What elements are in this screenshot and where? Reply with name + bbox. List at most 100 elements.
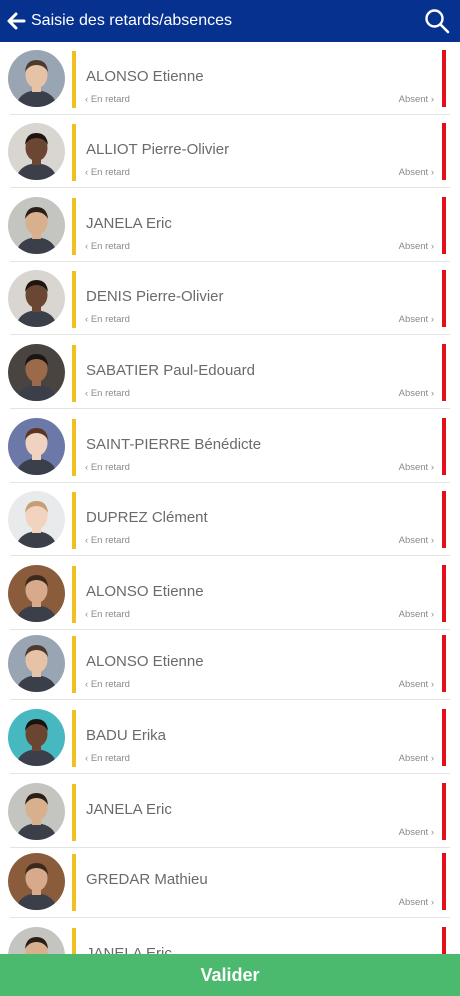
absent-indicator-bar (442, 197, 446, 254)
absent-label: Absent (398, 609, 429, 620)
student-row[interactable]: JANELA Eric Absent › (0, 775, 460, 848)
absent-action[interactable]: Absent › (399, 609, 434, 621)
absent-action[interactable]: Absent › (399, 535, 434, 547)
student-name: JANELA Eric (86, 215, 172, 232)
student-avatar (8, 50, 65, 107)
student-avatar (8, 927, 65, 954)
row-divider (10, 773, 450, 774)
late-action[interactable]: ‹ En retard (85, 241, 130, 253)
student-name: JANELA Eric (86, 945, 172, 954)
chevron-right-icon: › (430, 241, 434, 252)
late-label: En retard (90, 609, 130, 620)
absent-indicator-bar (442, 418, 446, 475)
student-avatar (8, 270, 65, 327)
absent-indicator-bar (442, 927, 446, 954)
absent-label: Absent (398, 897, 429, 908)
student-row[interactable]: ALONSO Etienne ‹ En retard Absent › (0, 42, 460, 115)
absent-label: Absent (398, 753, 429, 764)
search-icon[interactable] (424, 8, 450, 34)
row-divider (10, 699, 450, 700)
student-name: ALLIOT Pierre-Olivier (86, 141, 230, 158)
absent-action[interactable]: Absent › (399, 679, 434, 691)
student-row[interactable]: ALONSO Etienne ‹ En retard Absent › (0, 557, 460, 630)
student-row[interactable]: JANELA Eric (0, 919, 460, 954)
late-action[interactable]: ‹ En retard (85, 535, 130, 547)
late-action[interactable]: ‹ En retard (85, 167, 130, 179)
late-label: En retard (90, 535, 130, 546)
late-action[interactable]: ‹ En retard (85, 609, 130, 621)
late-indicator-bar (72, 492, 76, 549)
chevron-right-icon: › (430, 535, 434, 546)
avatar-portrait-icon (8, 635, 65, 692)
row-divider (10, 187, 450, 188)
avatar-portrait-icon (8, 418, 65, 475)
avatar-portrait-icon (8, 344, 65, 401)
absent-action[interactable]: Absent › (399, 167, 434, 179)
student-row[interactable]: BADU Erika ‹ En retard Absent › (0, 701, 460, 774)
back-arrow-icon[interactable] (6, 9, 26, 33)
absent-action[interactable]: Absent › (399, 827, 434, 839)
student-name: DENIS Pierre-Olivier (86, 288, 224, 305)
late-indicator-bar (72, 854, 76, 911)
avatar-portrait-icon (8, 565, 65, 622)
student-name: DUPREZ Clément (86, 509, 208, 526)
late-action[interactable]: ‹ En retard (85, 388, 130, 400)
absent-label: Absent (398, 679, 429, 690)
absent-action[interactable]: Absent › (399, 462, 434, 474)
late-action[interactable]: ‹ En retard (85, 314, 130, 326)
student-avatar (8, 344, 65, 401)
late-indicator-bar (72, 928, 76, 954)
student-name: GREDAR Mathieu (86, 871, 208, 888)
validate-button[interactable]: Valider (0, 954, 460, 996)
app-header: Saisie des retards/absences (0, 0, 460, 42)
student-row[interactable]: SABATIER Paul-Edouard ‹ En retard Absent… (0, 336, 460, 409)
late-indicator-bar (72, 784, 76, 841)
absent-action[interactable]: Absent › (399, 897, 434, 909)
absent-action[interactable]: Absent › (399, 314, 434, 326)
absent-label: Absent (398, 535, 429, 546)
chevron-right-icon: › (430, 609, 434, 620)
student-row[interactable]: JANELA Eric ‹ En retard Absent › (0, 189, 460, 262)
absent-indicator-bar (442, 635, 446, 692)
late-action[interactable]: ‹ En retard (85, 679, 130, 691)
avatar-portrait-icon (8, 50, 65, 107)
absent-indicator-bar (442, 50, 446, 107)
late-label: En retard (90, 241, 130, 252)
avatar-portrait-icon (8, 709, 65, 766)
avatar-portrait-icon (8, 491, 65, 548)
student-name: ALONSO Etienne (86, 653, 204, 670)
absent-label: Absent (398, 314, 429, 325)
student-avatar (8, 783, 65, 840)
absent-label: Absent (398, 388, 429, 399)
absent-indicator-bar (442, 344, 446, 401)
late-action[interactable]: ‹ En retard (85, 753, 130, 765)
student-row[interactable]: ALLIOT Pierre-Olivier ‹ En retard Absent… (0, 115, 460, 188)
late-action[interactable]: ‹ En retard (85, 462, 130, 474)
row-divider (10, 408, 450, 409)
row-divider (10, 334, 450, 335)
student-row[interactable]: SAINT-PIERRE Bénédicte ‹ En retard Absen… (0, 410, 460, 483)
student-avatar (8, 197, 65, 254)
chevron-right-icon: › (430, 679, 434, 690)
avatar-portrait-icon (8, 783, 65, 840)
absent-label: Absent (398, 167, 429, 178)
chevron-right-icon: › (430, 462, 434, 473)
late-label: En retard (90, 94, 130, 105)
chevron-right-icon: › (430, 167, 434, 178)
absent-indicator-bar (442, 853, 446, 910)
row-divider (10, 555, 450, 556)
student-row[interactable]: DUPREZ Clément ‹ En retard Absent › (0, 483, 460, 556)
absent-action[interactable]: Absent › (399, 241, 434, 253)
absent-action[interactable]: Absent › (399, 388, 434, 400)
late-label: En retard (90, 462, 130, 473)
student-row[interactable]: ALONSO Etienne ‹ En retard Absent › (0, 627, 460, 700)
student-avatar (8, 635, 65, 692)
student-row[interactable]: GREDAR Mathieu Absent › (0, 845, 460, 918)
late-indicator-bar (72, 198, 76, 255)
avatar-portrait-icon (8, 927, 65, 954)
late-action[interactable]: ‹ En retard (85, 94, 130, 106)
student-row[interactable]: DENIS Pierre-Olivier ‹ En retard Absent … (0, 262, 460, 335)
absent-action[interactable]: Absent › (399, 753, 434, 765)
avatar-portrait-icon (8, 853, 65, 910)
absent-action[interactable]: Absent › (399, 94, 434, 106)
